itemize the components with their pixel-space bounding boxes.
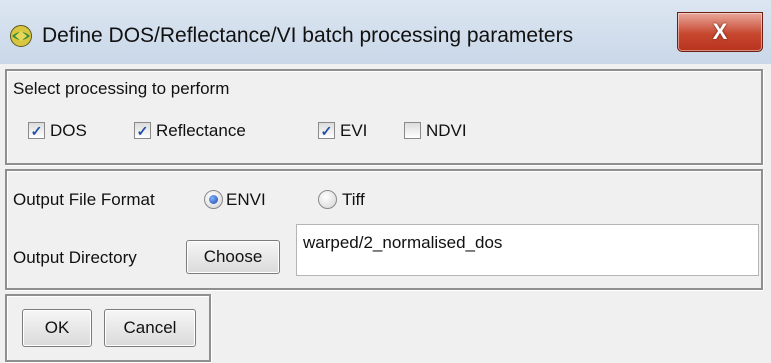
checkbox-evi[interactable]: ✓ [318, 122, 335, 139]
window-title: Define DOS/Reflectance/VI batch processi… [42, 24, 574, 47]
checkbox-evi-label[interactable]: EVI [340, 121, 367, 141]
checkbox-ndvi-label[interactable]: NDVI [426, 121, 467, 141]
radio-envi[interactable] [204, 190, 223, 209]
radio-tiff-label[interactable]: Tiff [342, 190, 365, 210]
output-directory-field[interactable]: warped/2_normalised_dos [296, 224, 759, 276]
checkbox-ndvi[interactable] [404, 122, 421, 139]
close-button[interactable]: X [677, 12, 763, 52]
ok-button[interactable]: OK [22, 309, 92, 347]
checkbox-dos[interactable]: ✓ [28, 122, 45, 139]
output-format-label: Output File Format [13, 190, 155, 209]
checkbox-reflectance[interactable]: ✓ [134, 122, 151, 139]
choose-button[interactable]: Choose [186, 240, 280, 274]
title-bar[interactable]: Define DOS/Reflectance/VI batch processi… [0, 0, 771, 64]
checkbox-reflectance-label[interactable]: Reflectance [156, 121, 246, 141]
radio-tiff[interactable] [318, 190, 337, 209]
close-icon: X [712, 19, 728, 44]
processing-heading: Select processing to perform [13, 79, 230, 98]
dialog-window: Define DOS/Reflectance/VI batch processi… [0, 0, 771, 363]
output-directory-label: Output Directory [13, 248, 137, 267]
radio-envi-label[interactable]: ENVI [226, 190, 266, 210]
cancel-button[interactable]: Cancel [104, 309, 196, 347]
checkbox-dos-label[interactable]: DOS [50, 121, 87, 141]
idl-globe-icon [10, 25, 32, 47]
